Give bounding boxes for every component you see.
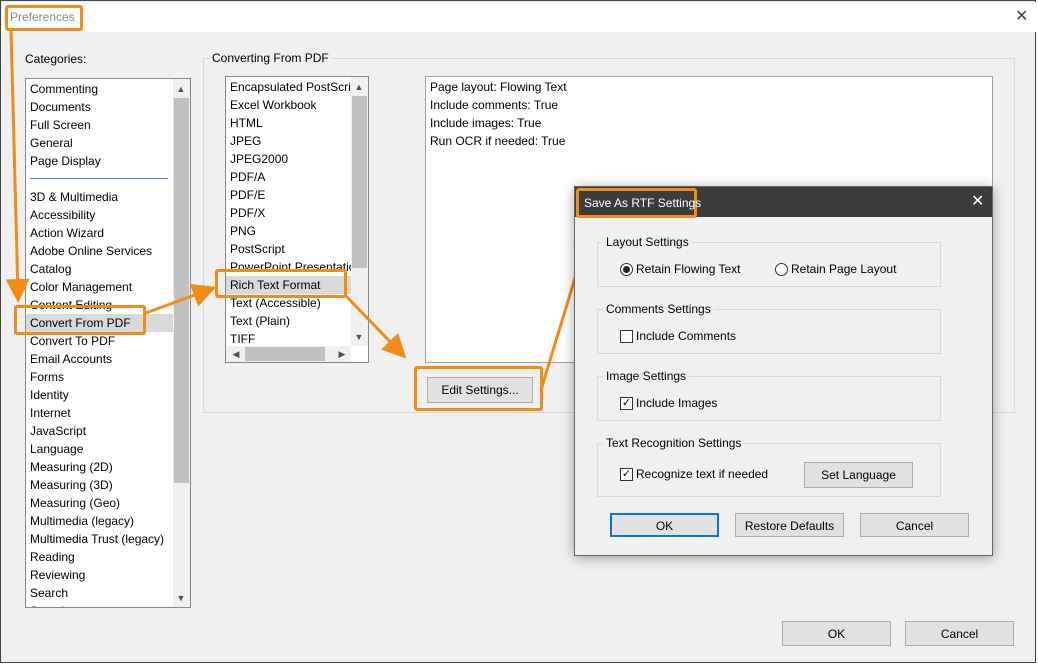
recognize-text-label[interactable]: Recognize text if needed [636, 467, 768, 481]
dialog-cancel-button[interactable]: Cancel [860, 513, 969, 537]
format-highlight [215, 269, 347, 298]
arrow-category-to-format [145, 283, 217, 315]
layout-settings-label: Layout Settings [603, 235, 692, 249]
include-images-label[interactable]: Include Images [636, 396, 717, 410]
include-comments-label[interactable]: Include Comments [636, 329, 736, 343]
include-images-checkbox[interactable]: ✓ [620, 397, 633, 410]
restore-defaults-button[interactable]: Restore Defaults [735, 513, 844, 537]
image-settings-label: Image Settings [603, 369, 690, 383]
recognize-text-checkbox[interactable]: ✓ [620, 468, 633, 481]
retain-flowing-label[interactable]: Retain Flowing Text [636, 262, 741, 276]
edit-settings-highlight [414, 366, 543, 411]
arrow-title-to-category [5, 29, 30, 303]
retain-page-label[interactable]: Retain Page Layout [791, 262, 896, 276]
dialog-close-icon[interactable]: ✕ [971, 194, 984, 210]
include-comments-checkbox[interactable] [620, 330, 633, 343]
comments-settings-label: Comments Settings [603, 302, 714, 316]
category-highlight [14, 305, 146, 335]
retain-page-radio[interactable] [775, 263, 788, 276]
retain-flowing-radio[interactable] [620, 263, 633, 276]
set-language-button[interactable]: Set Language [804, 462, 913, 488]
dialog-ok-button[interactable]: OK [610, 513, 719, 537]
dialog-title: Save As RTF Settings [584, 196, 702, 210]
text-recognition-label: Text Recognition Settings [603, 436, 745, 450]
arrow-format-to-edit [344, 294, 407, 359]
rtf-settings-dialog: Save As RTF Settings ✕ Layout Settings R… [574, 186, 993, 556]
